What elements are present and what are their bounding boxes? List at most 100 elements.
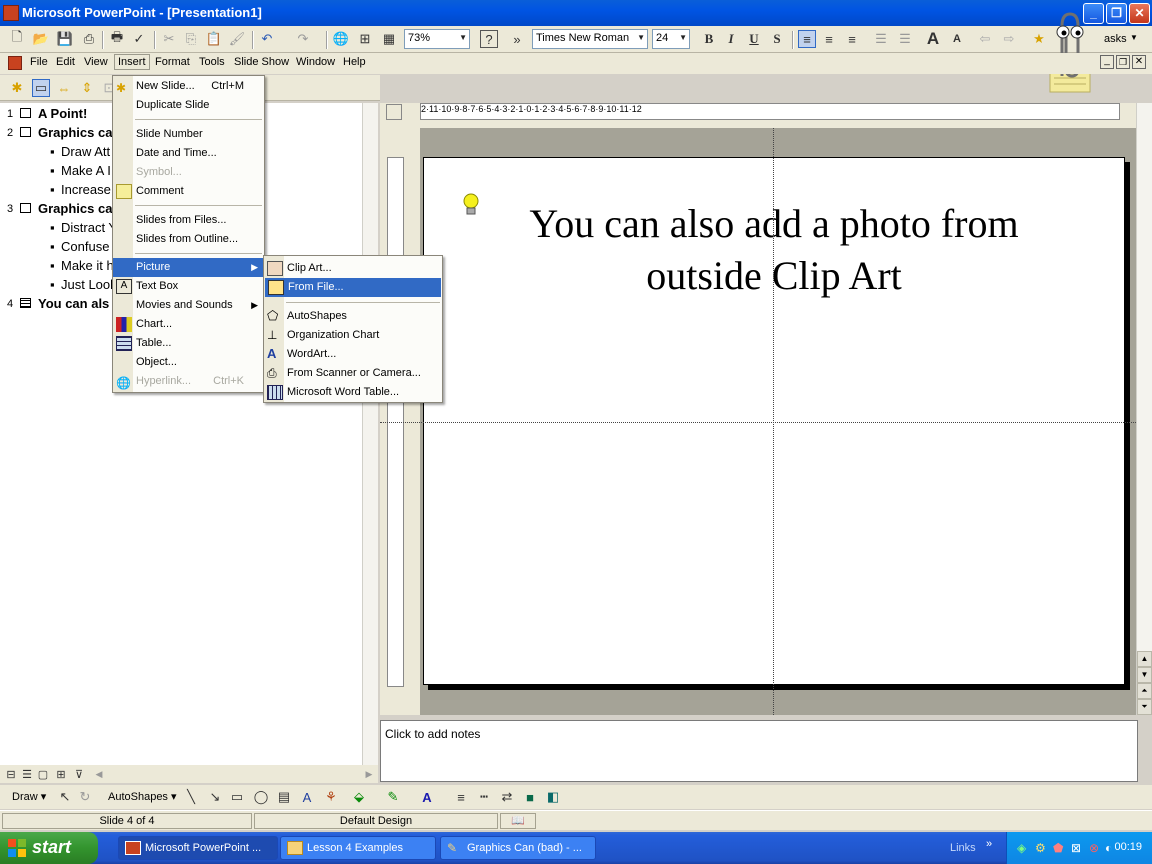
tasks-label[interactable]: asks [1104,33,1127,45]
task-folder[interactable]: Lesson 4 Examples [280,836,436,860]
slide-view-icon[interactable]: ▢ [34,765,52,783]
undo-icon[interactable]: ↶ [258,30,276,48]
help-icon[interactable]: ? [480,30,498,48]
format-painter-icon[interactable]: 🖌 [228,30,246,48]
start-button[interactable]: start [0,832,98,864]
scroll-right-icon[interactable]: ▶ [360,765,378,783]
tray-icon[interactable]: ◈ [1017,841,1026,855]
redo-icon[interactable]: ↷ [294,30,312,48]
permission-icon[interactable]: ⎙ [80,30,98,48]
zoom-select[interactable]: 73% ▼ [404,29,470,49]
tray-icon[interactable]: ⊗ [1089,841,1099,855]
outline-slide-title[interactable]: You can als [38,296,109,311]
autoshapes-menu-button[interactable]: AutoShapes ▾ [108,790,177,803]
outline-bullet[interactable]: Just Lool [61,277,113,292]
menu-item-chart[interactable]: Chart... [113,315,264,334]
align-right-icon[interactable]: ≡ [843,30,861,48]
numbering-icon[interactable]: ☰ [872,30,890,48]
increase-font-icon[interactable]: A [924,29,942,48]
outline-bullet[interactable]: Draw Att [61,144,110,159]
office-assistant-clippy-icon[interactable] [1036,6,1096,96]
menu-item-object[interactable]: Object... [113,353,264,372]
outline-bullet[interactable]: Make it h [61,258,114,273]
menu-edit[interactable]: Edit [56,56,75,68]
collapse-icon[interactable]: ⇕ [78,79,96,97]
draw-menu-button[interactable]: Draw ▾ [12,790,46,803]
menu-item-comment[interactable]: Comment [113,182,264,201]
menu-format[interactable]: Format [155,56,190,68]
menu-item-date-time[interactable]: Date and Time... [113,144,264,163]
insert-table-icon[interactable]: ▦ [380,30,398,48]
shadow-button[interactable]: S [768,30,786,48]
menu-window[interactable]: Window [296,56,335,68]
outline-bullet[interactable]: Increase [61,182,111,197]
arrow-icon[interactable]: ↘ [206,788,224,806]
menu-item-slides-from-files[interactable]: Slides from Files... [113,211,264,230]
outline-slide-title[interactable]: Graphics ca [38,201,112,216]
doc-close-button[interactable]: ✕ [1132,55,1146,69]
rotate-icon[interactable]: ↻ [76,788,94,806]
menu-item-new-slide[interactable]: ✱ New Slide... Ctrl+M [113,77,264,96]
menu-item-text-box[interactable]: A Text Box [113,277,264,296]
maximize-button[interactable]: ❐ [1106,3,1127,24]
menu-tools[interactable]: Tools [199,56,225,68]
tray-icon[interactable]: ⚙ [1035,841,1046,855]
outline-bullet[interactable]: Distract Y [61,220,117,235]
rectangle-icon[interactable]: ▭ [228,788,246,806]
font-color-icon[interactable]: A [418,788,436,806]
tray-icon[interactable]: ⬟ [1053,841,1063,855]
notes-pane[interactable]: Click to add notes [380,720,1138,782]
open-folder-icon[interactable]: 📂 [32,30,50,48]
menu-item-duplicate-slide[interactable]: Duplicate Slide [113,96,264,115]
scroll-left-icon[interactable]: ◀ [90,765,108,783]
save-icon[interactable]: 💾 [56,30,74,48]
underline-button[interactable]: U [745,30,763,48]
align-left-icon[interactable]: ≡ [798,30,816,48]
dash-style-icon[interactable]: ┅ [475,788,493,806]
new-slide-icon[interactable]: ✱ [8,79,26,97]
tables-borders-icon[interactable]: ⊞ [356,30,374,48]
slide-icon[interactable] [20,127,31,137]
menu-item-from-file[interactable]: From File... [265,278,441,297]
arrow-style-icon[interactable]: ⇄ [498,788,516,806]
menu-file[interactable]: File [30,56,48,68]
outline-slide-title[interactable]: Graphics ca [38,125,112,140]
chevron-down-icon[interactable]: ▼ [1130,33,1138,42]
copy-icon[interactable]: ⎘ [182,30,200,48]
oval-icon[interactable]: ◯ [252,788,270,806]
menu-item-slides-from-outline[interactable]: Slides from Outline... [113,230,264,249]
menu-item-word-table[interactable]: Microsoft Word Table... [264,383,442,402]
slide-icon[interactable] [20,203,31,213]
align-center-icon[interactable]: ≡ [820,30,838,48]
document-icon[interactable] [8,56,22,70]
lightbulb-icon[interactable] [463,193,479,217]
line-color-icon[interactable]: ✎ [384,788,402,806]
promote-icon[interactable]: ⇦ [976,30,994,48]
menu-item-picture[interactable]: Picture ▶ [113,258,264,277]
slide-canvas[interactable]: You can also add a photo from outside Cl… [423,157,1125,685]
toolbar-options-icon[interactable]: » [508,30,526,48]
bullets-icon[interactable]: ☰ [896,30,914,48]
menu-item-organization-chart[interactable]: ⊥ Organization Chart [264,326,442,345]
slide-icon[interactable] [20,108,31,118]
outline-bullet[interactable]: Confuse [61,239,109,254]
select-pointer-icon[interactable]: ↖ [56,788,74,806]
menu-insert[interactable]: Insert [114,54,150,70]
notes-placeholder[interactable]: Click to add notes [385,727,480,741]
menu-item-table[interactable]: Table... [113,334,264,353]
slide-scrollbar[interactable]: ▲ ▼ ⏶ ⏷ [1136,103,1152,715]
print-icon[interactable]: 🖶 [108,29,126,48]
task-powerpoint[interactable]: Microsoft PowerPoint ... [118,836,278,860]
expand-icon[interactable]: ⇔ [55,79,73,97]
font-size-select[interactable]: 24 ▼ [652,29,690,49]
menu-view[interactable]: View [84,56,108,68]
next-slide-icon[interactable]: ⏷ [1137,699,1152,715]
cut-icon[interactable]: ✂ [160,30,178,48]
italic-button[interactable]: I [722,30,740,48]
close-button[interactable]: ✕ [1129,3,1150,24]
doc-minimize-button[interactable]: _ [1100,55,1114,69]
demote-icon[interactable]: ⇨ [1000,30,1018,48]
scroll-up-icon[interactable]: ▲ [1137,651,1152,667]
shadow-style-icon[interactable]: ■ [521,788,539,806]
chevron-right-icon[interactable]: » [986,838,992,850]
